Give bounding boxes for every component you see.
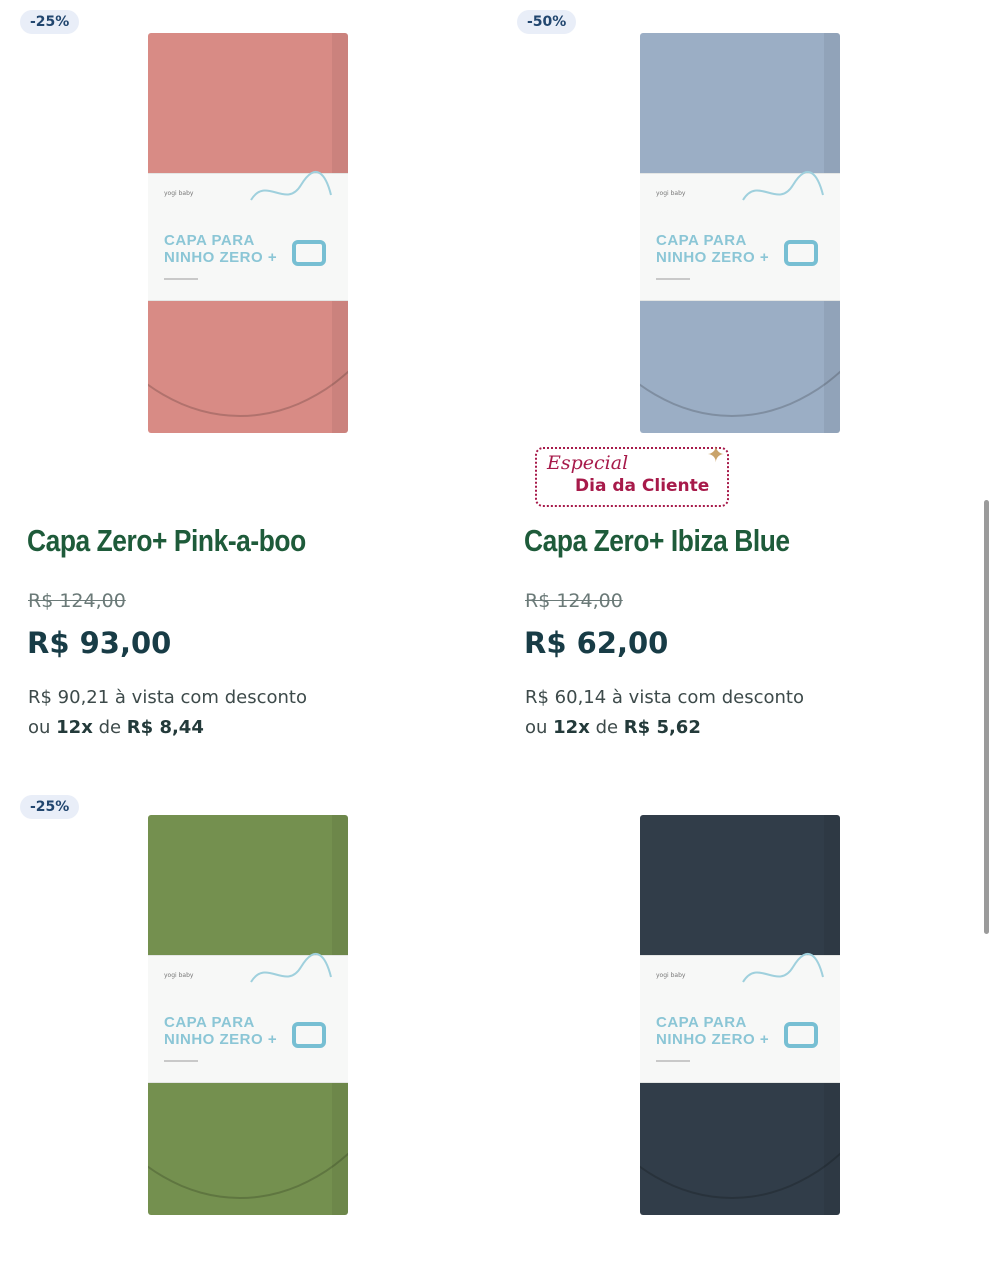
band-title: CAPA PARA NINHO ZERO + (656, 1014, 770, 1048)
product-image[interactable]: yogi baby CAPA PARA NINHO ZERO + (148, 815, 348, 1215)
product-label-band: yogi baby CAPA PARA NINHO ZERO + (148, 171, 348, 301)
product-label-band: yogi baby CAPA PARA NINHO ZERO + (640, 953, 840, 1083)
star-icon: ✦ (706, 443, 725, 468)
cash-price: R$ 60,14 à vista com desconto (525, 687, 804, 708)
price: R$ 62,00 (524, 626, 669, 660)
brand-mark: yogi baby (656, 972, 686, 979)
promo-line-2: Dia da Cliente (575, 476, 710, 496)
scrollbar[interactable] (984, 500, 989, 934)
discount-badge: -25% (20, 10, 80, 34)
product-title[interactable]: Capa Zero+ Pink-a-boo (27, 523, 306, 559)
old-price: R$ 124,00 (28, 590, 126, 612)
discount-badge: -50% (517, 10, 577, 34)
discount-badge: -25% (20, 795, 80, 819)
nest-icon (784, 240, 818, 266)
brand-mark: yogi baby (656, 190, 686, 197)
band-title: CAPA PARA NINHO ZERO + (164, 1014, 278, 1048)
product-label-band: yogi baby CAPA PARA NINHO ZERO + (640, 171, 840, 301)
product-image[interactable]: yogi baby CAPA PARA NINHO ZERO + (640, 815, 840, 1215)
product-image[interactable]: yogi baby CAPA PARA NINHO ZERO + (148, 33, 348, 433)
product-label-band: yogi baby CAPA PARA NINHO ZERO + (148, 953, 348, 1083)
promo-tag: ✦ Especial Dia da Cliente (535, 443, 729, 507)
fabric: yogi baby CAPA PARA NINHO ZERO + (640, 33, 840, 433)
nest-icon (292, 1022, 326, 1048)
swirl-graphic (250, 171, 332, 201)
price: R$ 93,00 (27, 626, 172, 660)
product-image[interactable]: yogi baby CAPA PARA NINHO ZERO + (640, 33, 840, 433)
fabric: yogi baby CAPA PARA NINHO ZERO + (148, 33, 348, 433)
fabric: yogi baby CAPA PARA NINHO ZERO + (148, 815, 348, 1215)
installments: ou 12x de R$ 8,44 (28, 717, 204, 738)
band-title: CAPA PARA NINHO ZERO + (164, 232, 278, 266)
nest-icon (292, 240, 326, 266)
old-price: R$ 124,00 (525, 590, 623, 612)
swirl-graphic (250, 953, 332, 983)
swirl-graphic (742, 171, 824, 201)
installments: ou 12x de R$ 5,62 (525, 717, 701, 738)
brand-mark: yogi baby (164, 972, 194, 979)
promo-line-1: Especial (547, 452, 629, 474)
swirl-graphic (742, 953, 824, 983)
band-title: CAPA PARA NINHO ZERO + (656, 232, 770, 266)
product-title[interactable]: Capa Zero+ Ibiza Blue (524, 523, 790, 559)
brand-mark: yogi baby (164, 190, 194, 197)
cash-price: R$ 90,21 à vista com desconto (28, 687, 307, 708)
fabric: yogi baby CAPA PARA NINHO ZERO + (640, 815, 840, 1215)
nest-icon (784, 1022, 818, 1048)
